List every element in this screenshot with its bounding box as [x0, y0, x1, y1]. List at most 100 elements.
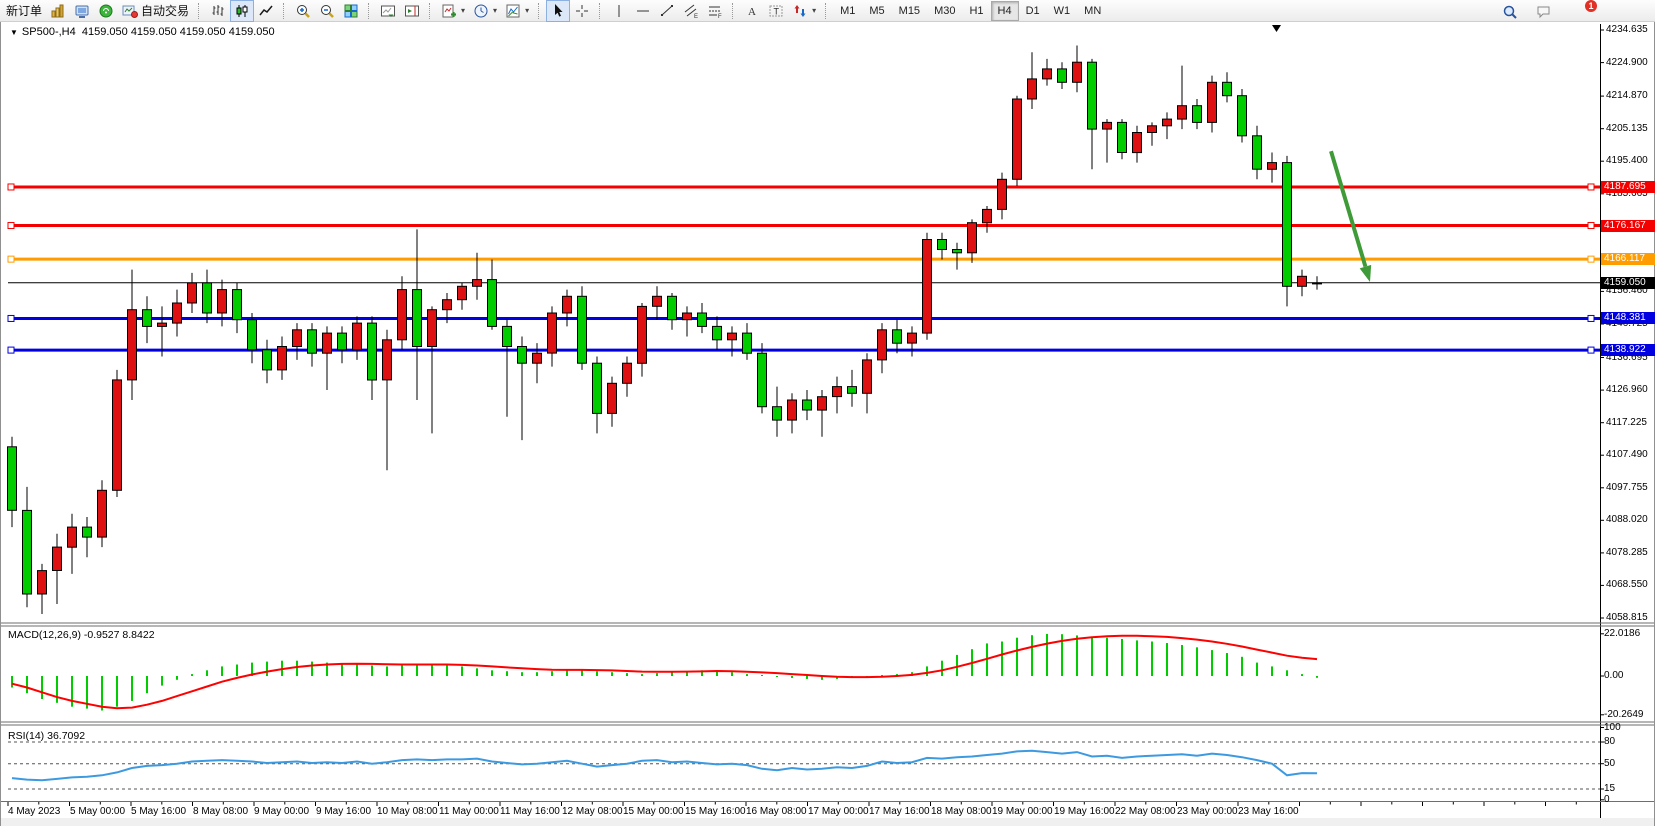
text-button[interactable]: A — [740, 0, 764, 22]
time-axis-label[interactable]: 19 May 16:00 — [1054, 806, 1115, 817]
price-tick-label[interactable]: 4088.020 — [1606, 515, 1648, 525]
macd-tick-label: -20.2649 — [1604, 710, 1643, 720]
ohlc-high: 4159.050 — [131, 26, 177, 38]
timeframe-h4-button[interactable]: H4 — [991, 1, 1019, 21]
time-axis-label[interactable]: 23 May 16:00 — [1238, 806, 1299, 817]
candlestick-chart-button[interactable] — [230, 0, 254, 22]
rsi-line — [12, 751, 1317, 781]
timeframe-h1-button[interactable]: H1 — [962, 1, 990, 21]
time-axis-label[interactable]: 11 May 00:00 — [439, 806, 499, 817]
toolbar-separator — [198, 3, 203, 19]
symbol-title: SP500-,H4 — [22, 26, 76, 38]
horizontal-line-4176.167[interactable] — [8, 223, 1600, 229]
channel-button[interactable]: E — [679, 0, 703, 22]
vertical-line-button[interactable] — [607, 0, 631, 22]
time-axis-label[interactable]: 18 May 08:00 — [931, 806, 992, 817]
template-icon — [505, 3, 521, 19]
timeframe-m5-button[interactable]: M5 — [862, 1, 891, 21]
search-icon — [1502, 4, 1518, 20]
rsi-label: RSI(14) 36.7092 — [8, 730, 85, 742]
rsi-tick-label: 15 — [1604, 784, 1615, 794]
price-tick-label[interactable]: 4214.870 — [1606, 91, 1648, 101]
svg-text:F: F — [718, 14, 722, 19]
tile-windows-button[interactable] — [339, 0, 363, 22]
time-axis-label[interactable]: 12 May 08:00 — [562, 806, 623, 817]
chart-window[interactable]: ▼SP500-,H4 4159.050 4159.050 4159.050 41… — [0, 22, 1655, 826]
time-axis-label[interactable]: 16 May 08:00 — [746, 806, 807, 817]
price-tick-label[interactable]: 4195.400 — [1606, 156, 1648, 166]
ohlc-expander-icon[interactable]: ▼ — [10, 28, 18, 37]
time-axis-label[interactable]: 9 May 00:00 — [254, 806, 309, 817]
horizontal-line-button[interactable] — [631, 0, 655, 22]
price-tick-label[interactable]: 4234.635 — [1606, 25, 1648, 35]
templates-button[interactable]: ▾ — [501, 0, 533, 22]
timeframe-m15-button[interactable]: M15 — [892, 1, 927, 21]
chart-canvas[interactable] — [0, 22, 1655, 826]
price-tick-label[interactable]: 4117.225 — [1606, 418, 1647, 428]
chart-shift-button[interactable] — [400, 0, 424, 22]
timeframe-m30-button[interactable]: M30 — [927, 1, 962, 21]
trendline-button[interactable] — [655, 0, 679, 22]
signals-button[interactable] — [94, 0, 118, 22]
time-axis-label[interactable]: 19 May 00:00 — [992, 806, 1053, 817]
timeframe-mn-button[interactable]: MN — [1077, 1, 1108, 21]
arrow-annotation[interactable] — [1331, 151, 1371, 282]
price-tick-label[interactable]: 4205.135 — [1606, 124, 1648, 134]
indicators-button[interactable]: ▾ — [437, 0, 469, 22]
price-tick-label[interactable]: 4068.550 — [1606, 580, 1648, 590]
price-tick-label[interactable]: 4078.285 — [1606, 548, 1648, 558]
notifications-button[interactable]: 1 — [1532, 1, 1556, 23]
price-tick-label[interactable]: 4107.490 — [1606, 450, 1648, 460]
search-button[interactable] — [1498, 1, 1522, 23]
line-chart-button[interactable] — [254, 0, 278, 22]
chevron-down-icon: ▾ — [493, 6, 497, 15]
time-axis-label[interactable]: 15 May 16:00 — [685, 806, 746, 817]
time-axis-label[interactable]: 4 May 2023 — [8, 806, 60, 817]
price-level-badge: 4159.050 — [1601, 277, 1655, 289]
time-axis-label[interactable]: 23 May 00:00 — [1177, 806, 1238, 817]
toolbar-separator — [732, 3, 737, 19]
chart-shift-marker[interactable] — [1272, 25, 1281, 32]
crosshair-button[interactable] — [570, 0, 594, 22]
time-axis-label[interactable]: 5 May 16:00 — [131, 806, 186, 817]
chevron-down-icon: ▾ — [461, 6, 465, 15]
time-axis-label[interactable]: 8 May 08:00 — [193, 806, 248, 817]
horizontal-line-4187.695[interactable] — [8, 184, 1600, 190]
time-axis-label[interactable]: 22 May 08:00 — [1115, 806, 1176, 817]
label-button[interactable]: T — [764, 0, 788, 22]
timeframe-m1-button[interactable]: M1 — [833, 1, 862, 21]
time-axis-label[interactable]: 9 May 16:00 — [316, 806, 371, 817]
time-axis-label[interactable]: 15 May 00:00 — [623, 806, 684, 817]
time-axis-label[interactable]: 10 May 08:00 — [377, 806, 438, 817]
timeframe-d1-button[interactable]: D1 — [1019, 1, 1047, 21]
chart-shift-icon — [404, 3, 420, 19]
time-axis-label[interactable]: 11 May 16:00 — [500, 806, 560, 817]
bar-chart-icon — [210, 3, 226, 19]
terminal-button[interactable] — [70, 0, 94, 22]
zoom-out-button[interactable] — [315, 0, 339, 22]
arrows-button[interactable]: ▾ — [788, 0, 820, 22]
zoom-in-button[interactable] — [291, 0, 315, 22]
charts-stack-button[interactable] — [46, 0, 70, 22]
time-axis-label[interactable]: 17 May 00:00 — [808, 806, 869, 817]
auto-scroll-button[interactable] — [376, 0, 400, 22]
macd-value: -0.9527 — [84, 629, 120, 641]
price-level-badge: 4138.922 — [1601, 344, 1655, 356]
new-order-button[interactable]: 新订单 — [2, 0, 46, 22]
time-axis-label[interactable]: 5 May 00:00 — [70, 806, 125, 817]
bar-chart-button[interactable] — [206, 0, 230, 22]
macd-label: MACD(12,26,9) -0.9527 8.8422 — [8, 629, 155, 641]
horizontal-line-4148.381[interactable] — [8, 315, 1600, 321]
periods-button[interactable]: ▾ — [469, 0, 501, 22]
price-tick-label[interactable]: 4126.960 — [1606, 385, 1648, 395]
price-tick-label[interactable]: 4224.900 — [1606, 58, 1648, 68]
autotrading-button[interactable]: 自动交易 — [118, 0, 193, 22]
price-tick-label[interactable]: 4097.755 — [1606, 483, 1648, 493]
price-tick-label[interactable]: 4058.815 — [1606, 613, 1648, 623]
fibonacci-button[interactable]: F — [703, 0, 727, 22]
time-axis-label[interactable]: 17 May 16:00 — [869, 806, 930, 817]
auto-scroll-icon — [380, 3, 396, 19]
cursor-button[interactable] — [546, 0, 570, 22]
timeframe-w1-button[interactable]: W1 — [1047, 1, 1078, 21]
horizontal-line-4138.922[interactable] — [8, 347, 1600, 353]
